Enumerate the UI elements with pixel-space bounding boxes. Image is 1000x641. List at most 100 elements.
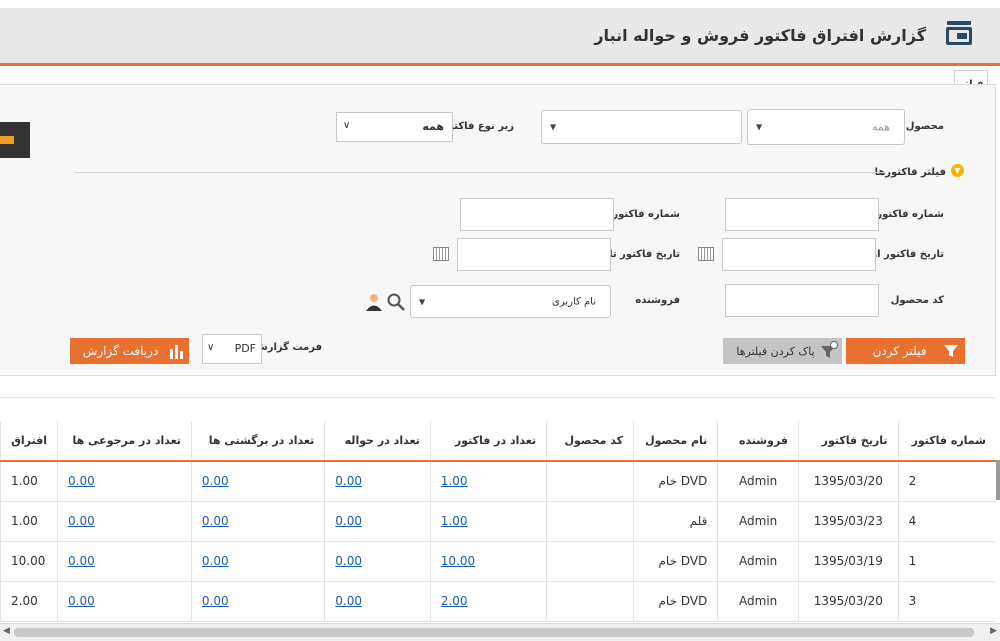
cell-difference: 1.00 <box>0 501 58 542</box>
cell-invoice-qty-link[interactable]: 1.00 <box>429 461 547 502</box>
column-header[interactable]: شماره فاکتور <box>897 421 996 462</box>
product-select[interactable]: ▼ همه <box>747 109 905 145</box>
download-report-button[interactable]: دریافت گزارش <box>70 338 189 364</box>
date-to-input[interactable] <box>457 238 611 271</box>
seller-select[interactable]: ▼ نام کاربری <box>410 285 611 318</box>
section-divider <box>74 172 886 173</box>
report-table: شماره فاکتور تاریخ فاکتور فروشنده نام مح… <box>0 421 996 622</box>
cell-voucher-qty-link[interactable]: 0.00 <box>324 541 431 582</box>
date-to-label: تاریخ فاکتور تا <box>609 249 680 260</box>
column-header[interactable]: فروشنده <box>717 421 799 462</box>
cell-invoice-date: 1395/03/19 <box>798 541 899 582</box>
horizontal-scrollbar[interactable]: ◀ ▶ <box>0 623 1000 641</box>
product-code-label: کد محصول <box>890 295 944 306</box>
column-header[interactable]: نام محصول <box>633 421 718 462</box>
date-from-input[interactable] <box>722 238 876 271</box>
invoice-from-input[interactable] <box>725 198 879 231</box>
cell-invoice-number: 3 <box>897 581 996 622</box>
filter-button[interactable]: فیلتر کردن <box>846 338 965 364</box>
cell-returned-qty-link[interactable]: 0.00 <box>190 461 325 502</box>
column-header[interactable]: تاریخ فاکتور <box>798 421 899 462</box>
seller-label: فروشنده <box>635 295 680 306</box>
product-label: محصول <box>905 121 944 132</box>
cell-product-name: قلم <box>633 501 718 542</box>
invoice-to-input[interactable] <box>460 198 614 231</box>
cell-seller: Admin <box>717 541 799 582</box>
subtype-select[interactable]: ∨ همه <box>336 112 453 142</box>
cell-returned-qty-link[interactable]: 0.00 <box>190 501 325 542</box>
calendar-icon[interactable] <box>698 247 714 261</box>
chevron-down-icon: ▼ <box>756 122 763 132</box>
cell-product-name: DVD خام <box>633 461 718 502</box>
cell-difference: 1.00 <box>0 461 58 502</box>
chevron-down-icon: ∨ <box>207 342 215 353</box>
cell-product-code <box>546 541 634 582</box>
collapse-icon[interactable]: ▼ <box>951 164 964 177</box>
vertical-scrollbar[interactable] <box>996 460 1000 500</box>
calendar-icon[interactable] <box>433 247 449 261</box>
clear-filters-button[interactable]: پاک کردن فیلترها <box>723 338 842 364</box>
product-code-input[interactable] <box>725 284 879 317</box>
scroll-left-icon[interactable]: ◀ <box>3 626 10 636</box>
column-header[interactable]: تعداد در برگشتی ها <box>190 421 325 462</box>
column-header[interactable]: تعداد در حواله <box>324 421 431 462</box>
clear-filter-icon <box>821 341 838 358</box>
cell-seller: Admin <box>717 581 799 622</box>
cell-invoice-qty-link[interactable]: 10.00 <box>429 541 547 582</box>
cell-invoice-number: 4 <box>897 501 996 542</box>
format-label: فرمت گزارش <box>253 342 322 353</box>
cell-refund-qty-link[interactable]: 0.00 <box>57 541 192 582</box>
user-icon[interactable] <box>364 292 384 312</box>
table-row[interactable]: 2 1395/03/20 Admin DVD خام 1.00 0.00 0.0… <box>0 461 996 502</box>
cell-voucher-qty-link[interactable]: 0.00 <box>324 581 431 622</box>
chevron-down-icon: ∨ <box>343 120 351 131</box>
search-icon[interactable] <box>386 292 406 312</box>
cell-difference: 2.00 <box>0 581 58 622</box>
cell-invoice-date: 1395/03/20 <box>798 581 899 622</box>
table-header-row: شماره فاکتور تاریخ فاکتور فروشنده نام مح… <box>0 421 996 462</box>
cell-invoice-date: 1395/03/20 <box>798 461 899 502</box>
cell-refund-qty-link[interactable]: 0.00 <box>57 581 192 622</box>
page-title: گزارش افتراق فاکتور فروش و حواله انبار <box>594 26 926 45</box>
cell-seller: Admin <box>717 501 799 542</box>
flag-icon <box>0 136 14 144</box>
column-header[interactable]: افتراق <box>0 421 58 462</box>
cell-product-name: DVD خام <box>633 581 718 622</box>
chevron-down-icon: ▼ <box>419 297 426 306</box>
funnel-icon <box>944 345 958 357</box>
cell-refund-qty-link[interactable]: 0.00 <box>57 501 192 542</box>
cell-difference: 10.00 <box>0 541 58 582</box>
cell-returned-qty-link[interactable]: 0.00 <box>190 541 325 582</box>
product-secondary-select[interactable]: ▼ <box>541 110 742 144</box>
cell-invoice-qty-link[interactable]: 2.00 <box>429 581 547 622</box>
scrollbar-thumb[interactable] <box>14 628 974 637</box>
column-header[interactable]: کد محصول <box>546 421 634 462</box>
cell-product-code <box>546 501 634 542</box>
format-select[interactable]: ∨ PDF <box>202 334 262 364</box>
chevron-down-icon: ▼ <box>550 122 557 132</box>
page-header: گزارش افتراق فاکتور فروش و حواله انبار <box>0 8 1000 66</box>
report-stack-icon <box>946 21 972 45</box>
cell-returned-qty-link[interactable]: 0.00 <box>190 581 325 622</box>
table-row[interactable]: 4 1395/03/23 Admin قلم 1.00 0.00 0.00 0.… <box>0 501 996 542</box>
cell-refund-qty-link[interactable]: 0.00 <box>57 461 192 502</box>
cell-seller: Admin <box>717 461 799 502</box>
cell-voucher-qty-link[interactable]: 0.00 <box>324 501 431 542</box>
table-row[interactable]: 3 1395/03/20 Admin DVD خام 2.00 0.00 0.0… <box>0 581 996 622</box>
cell-invoice-number: 2 <box>897 461 996 502</box>
cell-product-name: DVD خام <box>633 541 718 582</box>
cell-product-code <box>546 581 634 622</box>
bar-chart-download-icon <box>170 345 183 359</box>
scroll-right-icon[interactable]: ▶ <box>990 626 997 636</box>
cell-invoice-date: 1395/03/23 <box>798 501 899 542</box>
column-header[interactable]: تعداد در فاکتور <box>429 421 547 462</box>
side-toggle-button[interactable] <box>0 122 30 158</box>
cell-invoice-qty-link[interactable]: 1.00 <box>429 501 547 542</box>
cell-product-code <box>546 461 634 502</box>
date-from-label: تاریخ فاکتور از <box>871 249 944 260</box>
column-header[interactable]: تعداد در مرجوعی ها <box>57 421 192 462</box>
cell-voucher-qty-link[interactable]: 0.00 <box>324 461 431 502</box>
table-row[interactable]: 1 1395/03/19 Admin DVD خام 10.00 0.00 0.… <box>0 541 996 582</box>
table-toolbar <box>0 397 996 421</box>
cell-invoice-number: 1 <box>897 541 996 582</box>
